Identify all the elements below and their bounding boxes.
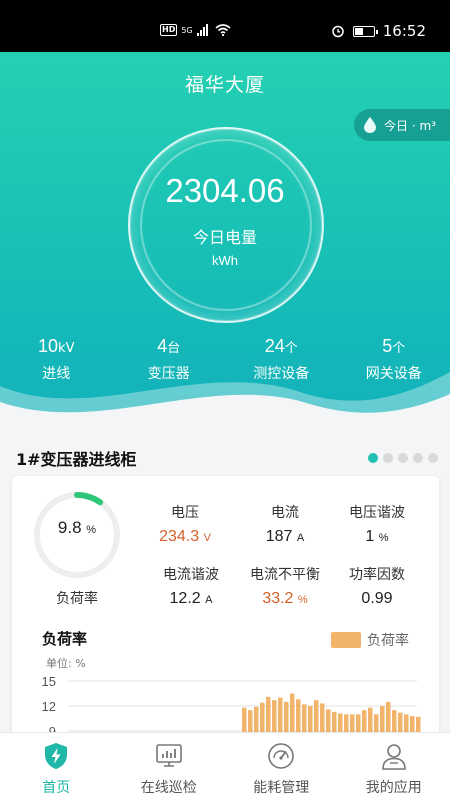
gauge-icon xyxy=(268,743,295,769)
battery-icon xyxy=(352,25,378,37)
network-type: 5G xyxy=(181,25,193,35)
metric-number: 187 xyxy=(265,528,293,545)
chart-title: 负荷率 xyxy=(42,630,88,648)
water-usage-pill[interactable]: 今日 · m³ xyxy=(354,109,450,141)
metric-unit: % xyxy=(378,532,389,544)
cabinet-title: 1#变压器进线柜 xyxy=(16,450,137,469)
wifi-icon xyxy=(215,24,231,36)
legend-swatch xyxy=(331,632,361,648)
metric-number: 33.2 xyxy=(262,590,294,607)
metric-voltage: 电压 234.3 V xyxy=(140,502,230,546)
energy-value: 2304.06 xyxy=(165,172,285,209)
building-title[interactable]: 福华大厦 xyxy=(0,70,450,97)
metric-value: 234.3 V xyxy=(140,528,230,546)
tab-label: 首页 xyxy=(42,780,71,796)
metric-value: 12.2 A xyxy=(146,590,236,608)
metric-current: 电流 187 A xyxy=(240,502,330,546)
water-drop-icon xyxy=(364,117,376,133)
bottom-tab-bar: 首页 在线巡检 能耗管理 我的应用 xyxy=(0,732,450,800)
pager-dot[interactable] xyxy=(428,453,438,463)
tab-home[interactable]: 首页 xyxy=(0,733,113,800)
metric-label: 电流谐波 xyxy=(163,567,219,583)
metric-value: 1 % xyxy=(332,528,422,546)
metric-unit: A xyxy=(296,532,305,544)
energy-label: 今日电量 xyxy=(192,228,257,247)
tab-label: 能耗管理 xyxy=(253,780,310,796)
signal-icon xyxy=(196,24,208,36)
metric-label: 电压谐波 xyxy=(349,505,405,521)
metric-number: 1 xyxy=(365,528,375,545)
status-left: HD 5G xyxy=(160,24,231,36)
wave-decoration xyxy=(0,372,450,434)
stat-num: 4 xyxy=(157,336,168,356)
tab-my-apps[interactable]: 我的应用 xyxy=(338,733,450,800)
metric-unit: V xyxy=(203,532,211,544)
metric-label: 电流不平衡 xyxy=(250,567,320,583)
metric-number: 12.2 xyxy=(169,590,201,607)
stat-unit: kV xyxy=(58,341,75,356)
alarm-clock-icon xyxy=(332,25,344,38)
energy-unit: kWh xyxy=(212,253,238,268)
tab-label: 我的应用 xyxy=(365,780,422,796)
chart-legend[interactable]: 负荷率 xyxy=(331,630,409,650)
status-bar: HD 5G 16:52 xyxy=(0,0,450,52)
metric-label: 功率因数 xyxy=(349,567,405,583)
metric-value: 33.2 % xyxy=(240,590,330,608)
tab-online-inspection[interactable]: 在线巡检 xyxy=(113,733,226,800)
monitor-chart-icon xyxy=(155,744,182,767)
stat-unit: 个 xyxy=(284,341,298,356)
metric-number: 0.99 xyxy=(361,590,393,607)
metric-number: 234.3 xyxy=(159,528,200,545)
y-tick-label: 12 xyxy=(42,699,56,714)
legend-label: 负荷率 xyxy=(367,633,409,649)
metric-power-factor: 功率因数 0.99 xyxy=(332,564,422,608)
lightning-shield-icon xyxy=(45,743,68,769)
clock-time: 16:52 xyxy=(382,22,426,40)
tab-energy-management[interactable]: 能耗管理 xyxy=(225,733,338,800)
metric-value: 0.99 xyxy=(332,590,422,608)
metric-current-imbalance: 电流不平衡 33.2 % xyxy=(240,564,330,608)
load-rate-value: 9.8 % xyxy=(32,518,122,538)
pager-dots[interactable] xyxy=(368,453,438,463)
user-icon xyxy=(381,744,406,770)
status-right: 16:52 xyxy=(331,22,426,40)
pager-dot[interactable] xyxy=(398,453,408,463)
pager-dot[interactable] xyxy=(413,453,423,463)
metric-value: 187 A xyxy=(240,528,330,546)
water-pill-label: 今日 · m³ xyxy=(384,118,436,133)
stat-num: 10 xyxy=(38,336,59,356)
load-rate-unit: % xyxy=(86,524,97,536)
y-tick-label: 15 xyxy=(42,674,56,689)
stat-unit: 个 xyxy=(392,341,406,356)
pager-dot[interactable] xyxy=(383,453,393,463)
pager-dot[interactable] xyxy=(368,453,378,463)
metric-voltage-harmonic: 电压谐波 1 % xyxy=(332,502,422,546)
stat-num: 5 xyxy=(382,336,393,356)
load-rate-number: 9.8 xyxy=(57,518,82,537)
cabinet-card: 9.8 % 负荷率 电压 234.3 V 电流 187 A 电压谐波 1 % 电… xyxy=(12,476,439,756)
metric-current-harmonic: 电流谐波 12.2 A xyxy=(146,564,236,608)
stat-num: 24 xyxy=(264,336,285,356)
hero-panel: 福华大厦 今日 · m³ 2304.06 今日电量 kWh 10kV 进线 4台… xyxy=(0,52,450,434)
tab-label: 在线巡检 xyxy=(140,780,197,796)
metric-label: 电流 xyxy=(271,505,299,521)
stat-unit: 台 xyxy=(167,341,181,356)
hd-badge: HD xyxy=(160,24,178,36)
metric-unit: A xyxy=(205,594,213,606)
metric-label: 电压 xyxy=(171,505,199,521)
metric-unit: % xyxy=(297,594,308,606)
load-rate-label: 负荷率 xyxy=(56,591,98,607)
